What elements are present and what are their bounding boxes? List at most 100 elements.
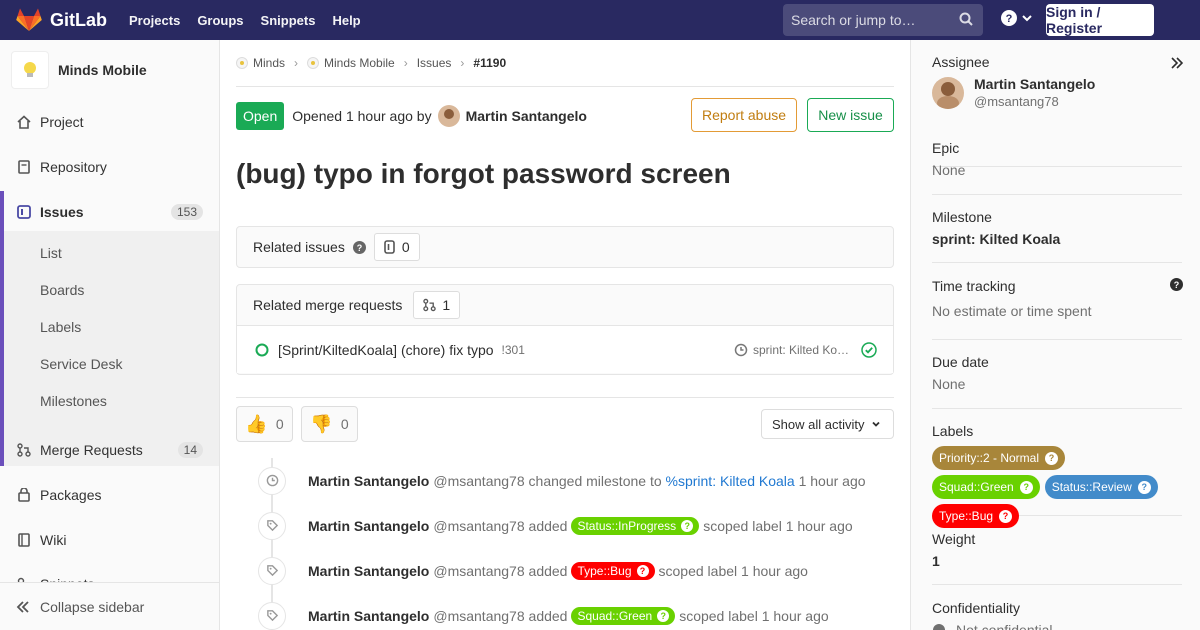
breadcrumb-minds-mobile[interactable]: Minds Mobile bbox=[324, 56, 395, 70]
scoped-label-squad-green[interactable]: Squad::Green ? bbox=[571, 606, 676, 625]
double-chevron-left-icon bbox=[16, 600, 29, 613]
weight-block: Weight 1 bbox=[932, 531, 1182, 585]
top-nav: Projects Groups Snippets Help bbox=[129, 13, 378, 28]
status-badge: Open bbox=[236, 101, 285, 130]
event-handle[interactable]: @msantang78 bbox=[433, 608, 524, 624]
related-mr-row[interactable]: [Sprint/KiltedKoala] (chore) fix typo !3… bbox=[237, 325, 893, 373]
project-sidebar: Minds Mobile Project Repository Issues 1… bbox=[0, 40, 220, 630]
activity-filter-label: Show all activity bbox=[772, 416, 865, 432]
chevron-down-icon bbox=[1022, 15, 1032, 22]
author-avatar[interactable] bbox=[437, 104, 460, 127]
assignee-avatar[interactable] bbox=[932, 76, 964, 109]
question-icon: ? bbox=[657, 609, 670, 622]
book-icon bbox=[16, 532, 32, 548]
sidebar-item-wiki[interactable]: Wiki bbox=[0, 519, 219, 561]
event-author[interactable]: Martin Santangelo bbox=[308, 473, 429, 489]
question-icon: ? bbox=[1019, 480, 1033, 494]
time-tracking-title: Time tracking bbox=[932, 278, 1016, 294]
lightbulb-icon bbox=[24, 62, 36, 77]
gitlab-logo[interactable]: GitLab bbox=[16, 0, 107, 40]
due-date-value: None bbox=[932, 376, 966, 392]
timeline-event: Martin Santangelo @msantang78 added Stat… bbox=[236, 503, 894, 548]
question-icon[interactable]: ? bbox=[352, 240, 366, 254]
author-name[interactable]: Martin Santangelo bbox=[466, 108, 587, 124]
time-tracking-block: Time tracking ? No estimate or time spen… bbox=[932, 278, 1183, 340]
nav-snippets[interactable]: Snippets bbox=[261, 13, 316, 28]
package-icon bbox=[16, 487, 32, 503]
question-icon: ? bbox=[636, 564, 649, 577]
clock-icon bbox=[258, 466, 286, 495]
activity-filter-dropdown[interactable]: Show all activity bbox=[761, 409, 894, 439]
event-time: scoped label 1 hour ago bbox=[703, 517, 853, 534]
pipeline-success-icon[interactable] bbox=[861, 341, 877, 358]
sidebar-item-label: Repository bbox=[40, 159, 107, 175]
event-action: added bbox=[528, 607, 568, 624]
sidebar-item-repository[interactable]: Repository bbox=[0, 146, 219, 188]
issue-main: Minds › Minds Mobile › Issues › #1190 Op… bbox=[236, 40, 894, 630]
new-issue-button[interactable]: New issue bbox=[807, 98, 894, 132]
help-dropdown[interactable]: ? bbox=[1001, 10, 1033, 26]
related-mrs-count[interactable]: 1 bbox=[413, 291, 461, 319]
mr-title[interactable]: [Sprint/KiltedKoala] (chore) fix typo bbox=[278, 342, 494, 358]
label-type-bug[interactable]: Type::Bug ? bbox=[932, 504, 1020, 528]
sidebar-item-project[interactable]: Project bbox=[0, 101, 219, 143]
sidebar-item-snippets[interactable]: Snippets bbox=[0, 564, 219, 584]
question-icon: ? bbox=[999, 509, 1013, 523]
breadcrumb-issues[interactable]: Issues bbox=[417, 56, 452, 70]
breadcrumb-issue-number[interactable]: #1190 bbox=[473, 56, 506, 70]
event-author[interactable]: Martin Santangelo bbox=[308, 518, 429, 534]
mr-milestone: sprint: Kilted Ko… bbox=[734, 343, 849, 357]
event-handle[interactable]: @msantang78 bbox=[433, 473, 524, 489]
project-header[interactable]: Minds Mobile bbox=[0, 40, 219, 100]
collapse-label: Collapse sidebar bbox=[40, 598, 145, 615]
sign-in-button[interactable]: Sign in / Register bbox=[1046, 4, 1154, 36]
sidebar-item-packages[interactable]: Packages bbox=[0, 474, 219, 516]
label-text: Squad::Green bbox=[939, 480, 1014, 494]
event-action: changed milestone to bbox=[528, 472, 662, 489]
scoped-label-status-inprogress[interactable]: Status::InProgress ? bbox=[571, 516, 700, 535]
sidebar-subitem-milestones[interactable]: Milestones bbox=[0, 382, 219, 419]
scoped-label-type-bug[interactable]: Type::Bug ? bbox=[571, 561, 655, 580]
mr-count-badge: 14 bbox=[177, 442, 203, 458]
breadcrumb: Minds › Minds Mobile › Issues › #1190 bbox=[236, 40, 894, 87]
thumbs-up-button[interactable]: 👍 0 bbox=[236, 406, 293, 442]
sidebar-subitem-list[interactable]: List bbox=[0, 234, 219, 271]
label-priority-normal[interactable]: Priority::2 - Normal ? bbox=[932, 446, 1066, 470]
assignee-name[interactable]: Martin Santangelo bbox=[974, 76, 1095, 92]
milestone-link[interactable]: %sprint: Kilted Koala bbox=[666, 473, 795, 489]
event-handle[interactable]: @msantang78 bbox=[433, 563, 524, 579]
time-tracking-value: No estimate or time spent bbox=[932, 303, 1092, 319]
thumbs-down-icon: 👎 bbox=[310, 413, 333, 434]
event-author[interactable]: Martin Santangelo bbox=[308, 608, 429, 624]
label-text: Priority::2 - Normal bbox=[939, 451, 1040, 465]
label-status-review[interactable]: Status::Review ? bbox=[1044, 475, 1158, 499]
event-author[interactable]: Martin Santangelo bbox=[308, 563, 429, 579]
label-text: Type::Bug bbox=[939, 509, 994, 523]
svg-text:?: ? bbox=[1006, 13, 1013, 25]
related-issues-count[interactable]: 0 bbox=[373, 233, 420, 261]
chevron-down-icon bbox=[872, 421, 880, 427]
label-squad-green[interactable]: Squad::Green ? bbox=[932, 475, 1040, 499]
report-abuse-button[interactable]: Report abuse bbox=[691, 98, 797, 132]
epic-value: None bbox=[932, 162, 966, 178]
sidebar-subitem-service-desk[interactable]: Service Desk bbox=[0, 345, 219, 382]
question-icon: ? bbox=[1137, 480, 1151, 494]
question-icon[interactable]: ? bbox=[1170, 278, 1183, 291]
due-date-title: Due date bbox=[932, 354, 989, 370]
collapse-sidebar-button[interactable]: Collapse sidebar bbox=[0, 582, 219, 630]
sidebar-subitem-boards[interactable]: Boards bbox=[0, 271, 219, 308]
milestone-value[interactable]: sprint: Kilted Koala bbox=[932, 231, 1182, 247]
nav-projects[interactable]: Projects bbox=[129, 13, 180, 28]
breadcrumb-minds[interactable]: Minds bbox=[253, 56, 285, 70]
sidebar-subitem-labels[interactable]: Labels bbox=[0, 308, 219, 345]
label-text: Type::Bug bbox=[577, 563, 632, 578]
event-handle[interactable]: @msantang78 bbox=[433, 518, 524, 534]
sidebar-item-merge-requests[interactable]: Merge Requests 14 bbox=[0, 429, 219, 471]
search-input[interactable]: Search or jump to… bbox=[783, 4, 983, 36]
nav-help[interactable]: Help bbox=[332, 13, 360, 28]
sidebar-item-issues[interactable]: Issues 153 bbox=[0, 191, 219, 233]
nav-groups[interactable]: Groups bbox=[197, 13, 243, 28]
confidentiality-title: Confidentiality bbox=[932, 600, 1020, 616]
thumbs-down-button[interactable]: 👎 0 bbox=[301, 406, 358, 442]
event-time: scoped label 1 hour ago bbox=[658, 562, 808, 579]
